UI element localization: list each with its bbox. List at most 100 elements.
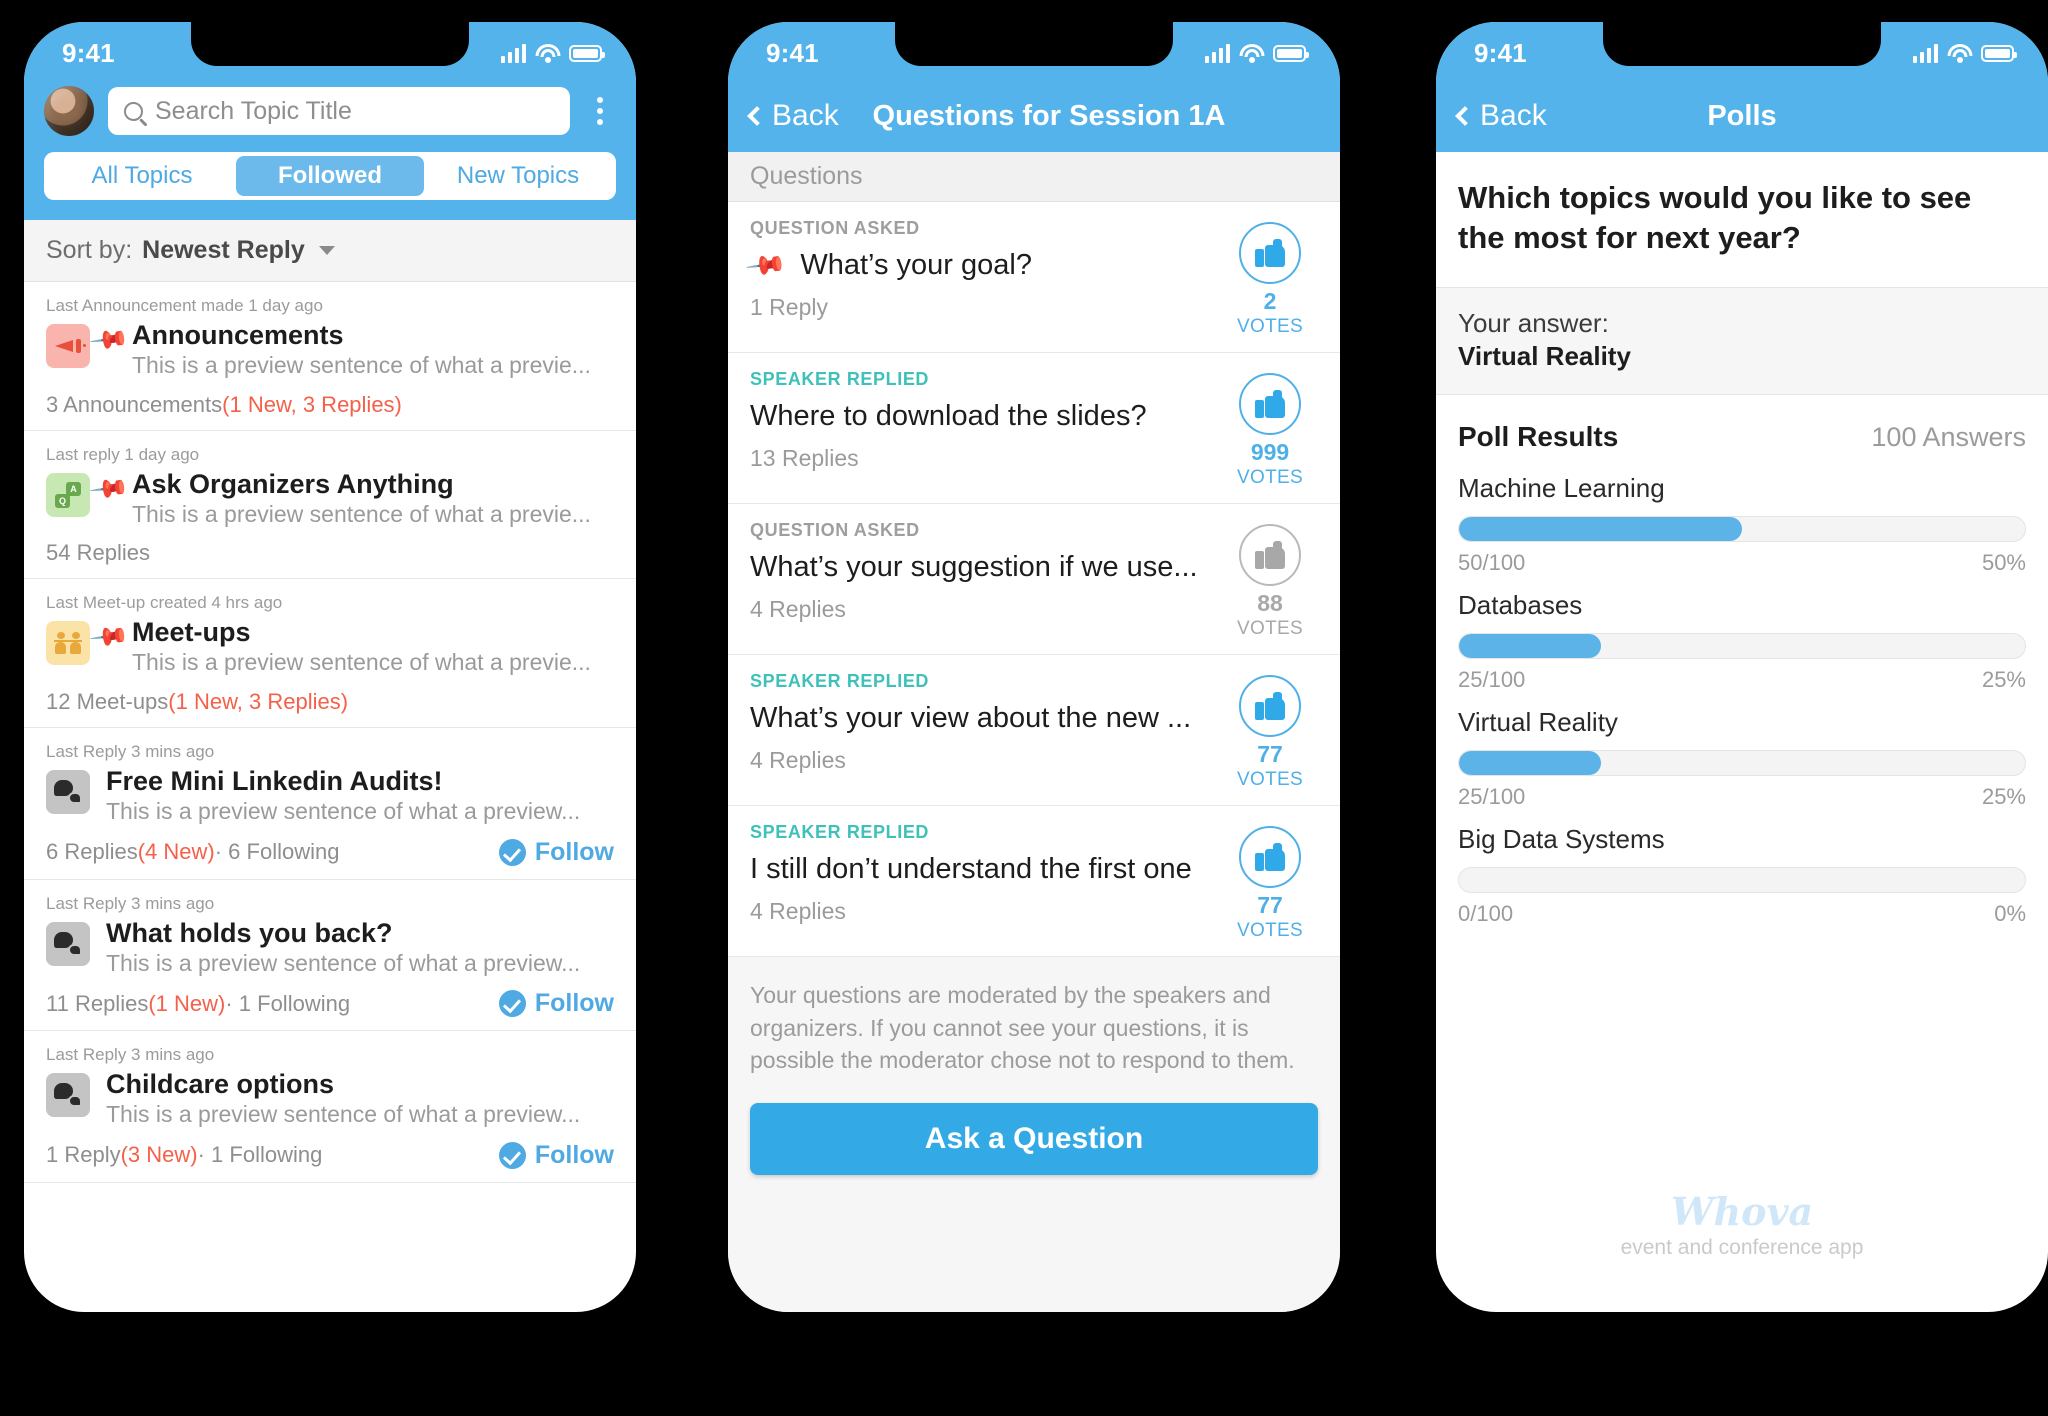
chevron-down-icon <box>318 246 335 255</box>
poll-progress-fill <box>1459 751 1601 776</box>
back-label: Back <box>772 99 839 132</box>
vote-count: 77 <box>1257 741 1283 767</box>
ask-a-question-button[interactable]: Ask a Question <box>750 1102 1318 1175</box>
chat-bubbles-icon <box>46 921 90 966</box>
topic-preview: This is a preview sentence of what a pre… <box>106 949 581 976</box>
poll-progress-track <box>1458 750 2026 777</box>
thumbs-up-icon[interactable] <box>1239 524 1301 586</box>
poll-ratio: 0/100 <box>1458 901 1514 927</box>
sort-value: Newest Reply <box>142 236 305 264</box>
thumbs-up-icon[interactable] <box>1239 222 1301 284</box>
search-input[interactable]: Search Topic Title <box>108 87 570 135</box>
vote-control[interactable]: 2 VOTES <box>1222 218 1318 338</box>
question-row[interactable]: SPEAKER REPLIED I still don’t understand… <box>728 806 1340 957</box>
topic-timestamp: Last Reply 3 mins ago <box>46 741 215 761</box>
topic-count: 3 Announcements <box>46 391 223 417</box>
topic-title: Childcare options <box>106 1069 335 1100</box>
wifi-icon <box>1947 43 1972 63</box>
poll-result-item: Databases 25/100 25% <box>1436 576 2048 693</box>
vote-label: VOTES <box>1237 467 1303 488</box>
topic-new-badge: (4 New) <box>137 839 215 865</box>
device-notch <box>1603 22 1881 66</box>
check-circle-icon <box>498 838 526 866</box>
your-answer-label: Your answer: <box>1458 308 1609 339</box>
thumbs-up-icon[interactable] <box>1239 373 1301 435</box>
question-row[interactable]: SPEAKER REPLIED What’s your view about t… <box>728 655 1340 806</box>
thumbs-up-icon[interactable] <box>1239 675 1301 737</box>
vote-label: VOTES <box>1237 618 1303 639</box>
topic-title: Announcements <box>132 320 344 350</box>
follow-button[interactable]: Follow <box>498 838 614 867</box>
vote-label: VOTES <box>1237 769 1303 790</box>
topic-row-meetups[interactable]: Last Meet-up created 4 hrs ago 📌 Meet-up… <box>24 579 636 728</box>
poll-answers-count: 100 Answers <box>1871 422 2026 453</box>
avatar[interactable] <box>44 86 94 136</box>
poll-option-label: Machine Learning <box>1458 473 1665 504</box>
poll-results-header: Poll Results 100 Answers <box>1436 395 2048 459</box>
topic-count: 6 Replies <box>46 839 138 865</box>
follow-button[interactable]: Follow <box>498 989 614 1018</box>
topic-row-what-holds-you-back[interactable]: Last Reply 3 mins ago What holds you bac… <box>24 880 636 1032</box>
topic-row-linkedin-audits[interactable]: Last Reply 3 mins ago Free Mini Linkedin… <box>24 728 636 880</box>
question-title: What’s your goal? <box>800 249 1032 281</box>
chat-bubbles-icon <box>46 1073 90 1118</box>
search-icon <box>124 101 143 121</box>
topics-header: Search Topic Title All Topics Followed N… <box>24 80 636 220</box>
poll-progress-fill <box>1459 634 1601 659</box>
topic-preview: This is a preview sentence of what a pre… <box>106 797 581 824</box>
sort-bar[interactable]: Sort by: Newest Reply <box>24 220 636 282</box>
topic-title: Ask Organizers Anything <box>132 468 454 499</box>
topic-count: 54 Replies <box>46 540 150 566</box>
topic-preview: This is a preview sentence of what a pre… <box>132 352 591 379</box>
vote-label: VOTES <box>1237 316 1303 337</box>
question-title: What’s your suggestion if we use... <box>750 551 1198 583</box>
vote-control[interactable]: 77 VOTES <box>1222 822 1318 942</box>
vote-control[interactable]: 88 VOTES <box>1222 520 1318 640</box>
check-circle-icon <box>498 990 526 1018</box>
chat-bubbles-icon <box>46 769 90 814</box>
topic-row-announcements[interactable]: Last Announcement made 1 day ago 📌 Annou… <box>24 282 636 431</box>
search-row: Search Topic Title <box>44 86 616 136</box>
whova-tagline: event and conference app <box>1620 1236 1864 1259</box>
nav-bar: Back Questions for Session 1A <box>728 80 1340 152</box>
questions-section-header: Questions <box>728 152 1340 202</box>
thumbs-up-icon[interactable] <box>1239 826 1301 888</box>
sort-label: Sort by: <box>46 236 133 264</box>
chevron-left-icon <box>1455 106 1475 126</box>
topic-title: Free Mini Linkedin Audits! <box>106 765 443 796</box>
nav-bar: Back Polls <box>1436 80 2048 152</box>
topic-preview: This is a preview sentence of what a pre… <box>106 1101 581 1128</box>
kebab-menu-icon[interactable] <box>584 97 616 125</box>
poll-results-title: Poll Results <box>1458 421 1619 453</box>
question-row[interactable]: QUESTION ASKED 📌 What’s your goal? 1 Rep… <box>728 202 1340 353</box>
question-replies: 1 Reply <box>750 294 828 321</box>
question-replies: 4 Replies <box>750 596 846 623</box>
follow-button[interactable]: Follow <box>498 1141 614 1170</box>
tab-new-topics[interactable]: New Topics <box>424 156 612 196</box>
topic-count: 11 Replies <box>46 990 149 1016</box>
device-notch <box>191 22 469 66</box>
question-status-tag: SPEAKER REPLIED <box>750 671 930 691</box>
tab-all-topics[interactable]: All Topics <box>48 156 236 196</box>
topic-row-ask-organizers[interactable]: Last reply 1 day ago AQ 📌 Ask Organizers… <box>24 431 636 580</box>
topic-new-badge: (3 New) <box>120 1142 198 1168</box>
tab-followed[interactable]: Followed <box>236 156 424 196</box>
topic-following: · 1 Following <box>197 1142 323 1168</box>
status-indicators <box>500 40 605 63</box>
vote-label: VOTES <box>1237 920 1303 941</box>
pin-icon: 📌 <box>88 468 131 510</box>
whova-logo: Whova <box>1670 1189 1814 1234</box>
topic-row-childcare-options[interactable]: Last Reply 3 mins ago Childcare options … <box>24 1031 636 1183</box>
phone-community-topics: 9:41 Search Topic Title All Topics Follo… <box>24 22 636 1312</box>
section-label: Questions <box>750 162 863 190</box>
back-button[interactable]: Back <box>1455 99 1547 133</box>
poll-percent: 50% <box>1981 550 2026 576</box>
poll-ratio: 25/100 <box>1458 784 1526 810</box>
follow-label: Follow <box>534 989 614 1018</box>
question-row[interactable]: QUESTION ASKED What’s your suggestion if… <box>728 504 1340 655</box>
question-row[interactable]: SPEAKER REPLIED Where to download the sl… <box>728 353 1340 504</box>
vote-control[interactable]: 999 VOTES <box>1222 369 1318 489</box>
vote-control[interactable]: 77 VOTES <box>1222 671 1318 791</box>
back-button[interactable]: Back <box>747 99 839 133</box>
vote-count: 77 <box>1257 892 1283 918</box>
